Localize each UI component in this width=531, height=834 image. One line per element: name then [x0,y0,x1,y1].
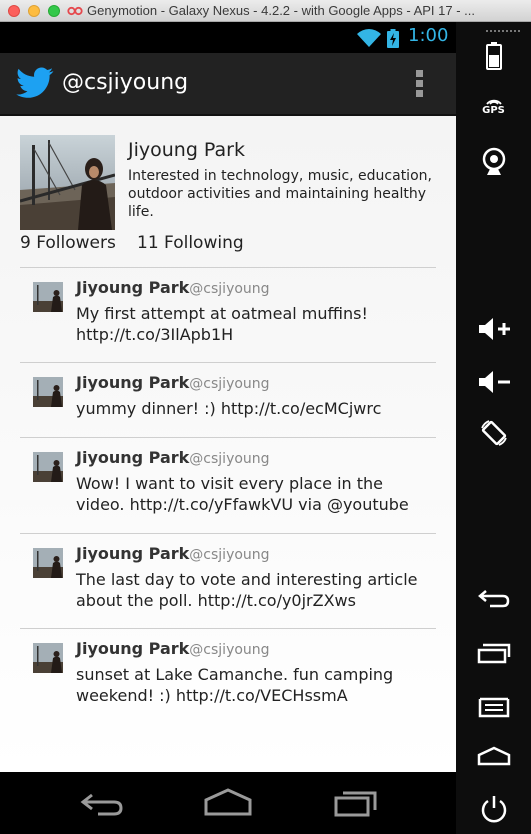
window-titlebar: Genymotion - Galaxy Nexus - 4.2.2 - with… [0,0,531,22]
twitter-bird-icon[interactable] [16,67,54,99]
tweet-text: My first attempt at oatmeal muffins! htt… [76,304,368,344]
tweet-author-handle: @csjiyoung [189,451,270,467]
battery-control-button[interactable] [456,42,531,70]
power-icon [481,796,506,823]
volume-down-icon [478,371,510,393]
clock: 1:00 [408,25,449,46]
overflow-menu-icon[interactable] [414,70,426,102]
tweet-list: Jiyoung Park@csjiyoung My first attempt … [20,268,436,724]
tweet-header: Jiyoung Park@csjiyoung [76,639,270,658]
tweet-text: sunset at Lake Camanche. fun camping wee… [76,665,394,705]
side-menu-button[interactable] [456,696,531,718]
gps-signal-icon [485,99,502,105]
rotate-button[interactable] [456,418,531,448]
tweet-author-handle: @csjiyoung [189,281,270,297]
tweet-author-name: Jiyoung Park [76,278,190,297]
device-screen: 1:00 @csjiyoung Jiyoung Park Interested … [0,22,456,834]
volume-up-icon [478,318,510,340]
action-bar: @csjiyoung [0,53,456,116]
following-count[interactable]: 11 Following [137,233,244,253]
tweet-author-name: Jiyoung Park [76,544,190,563]
tweet-author-name: Jiyoung Park [76,373,190,392]
webcam-icon [482,147,505,175]
home-icon [477,746,510,766]
tweet-avatar [33,452,63,482]
tweet-author-name: Jiyoung Park [76,639,190,658]
tweet-text: The last day to vote and interesting art… [76,570,418,610]
recent-apps-icon [477,643,510,664]
emulator-side-panel: GPS [456,22,531,834]
tweet-avatar [33,282,63,312]
tweet-author-name: Jiyoung Park [76,448,190,467]
recent-apps-icon[interactable] [333,786,379,820]
zoom-window-button[interactable] [48,5,60,17]
tweet-item[interactable]: Jiyoung Park@csjiyoung sunset at Lake Ca… [20,629,436,724]
tweet-item[interactable]: Jiyoung Park@csjiyoung yummy dinner! :) … [20,363,436,438]
tweet-header: Jiyoung Park@csjiyoung [76,373,270,392]
power-button[interactable] [456,794,531,824]
genymotion-icon [67,6,83,16]
tweet-item[interactable]: Jiyoung Park@csjiyoung My first attempt … [20,268,436,363]
rotate-screen-icon [480,420,507,446]
window-title: Genymotion - Galaxy Nexus - 4.2.2 - with… [87,3,476,18]
gps-button[interactable]: GPS [456,95,531,116]
battery-charging-icon [387,29,399,48]
gps-label: GPS [482,105,505,116]
profile-bio: Interested in technology, music, educati… [128,168,432,220]
action-bar-title: @csjiyoung [62,70,189,95]
close-window-button[interactable] [8,5,20,17]
battery-icon [485,42,502,70]
side-back-button[interactable] [456,588,531,610]
tweet-header: Jiyoung Park@csjiyoung [76,278,270,297]
tweet-item[interactable]: Jiyoung Park@csjiyoung The last day to v… [20,534,436,629]
tweet-text: yummy dinner! :) http://t.co/ecMCjwrc [76,399,382,418]
side-recent-apps-button[interactable] [456,642,531,664]
tweet-author-handle: @csjiyoung [189,642,270,658]
home-icon[interactable] [203,786,253,820]
profile-photo [20,135,115,230]
tweet-avatar [33,377,63,407]
tweet-text: Wow! I want to visit every place in the … [76,474,409,514]
volume-up-button[interactable] [456,316,531,342]
status-bar: 1:00 [0,22,456,53]
tweet-author-handle: @csjiyoung [189,376,270,392]
camera-button[interactable] [456,147,531,177]
tweet-header: Jiyoung Park@csjiyoung [76,544,270,563]
tweet-avatar [33,548,63,578]
menu-icon [478,697,509,718]
followers-count[interactable]: 9 Followers [20,233,116,253]
tweet-item[interactable]: Jiyoung Park@csjiyoung Wow! I want to vi… [20,438,436,534]
volume-down-button[interactable] [456,369,531,395]
tweet-avatar [33,643,63,673]
back-icon [477,590,509,608]
wifi-icon [357,29,381,47]
panel-grip-icon [486,30,520,32]
profile-content[interactable]: Jiyoung Park Interested in technology, m… [0,116,456,772]
back-icon[interactable] [78,786,126,820]
minimize-window-button[interactable] [28,5,40,17]
side-home-button[interactable] [456,745,531,767]
navigation-bar [0,772,456,834]
tweet-author-handle: @csjiyoung [189,547,270,563]
tweet-header: Jiyoung Park@csjiyoung [76,448,270,467]
profile-name: Jiyoung Park [128,139,245,161]
